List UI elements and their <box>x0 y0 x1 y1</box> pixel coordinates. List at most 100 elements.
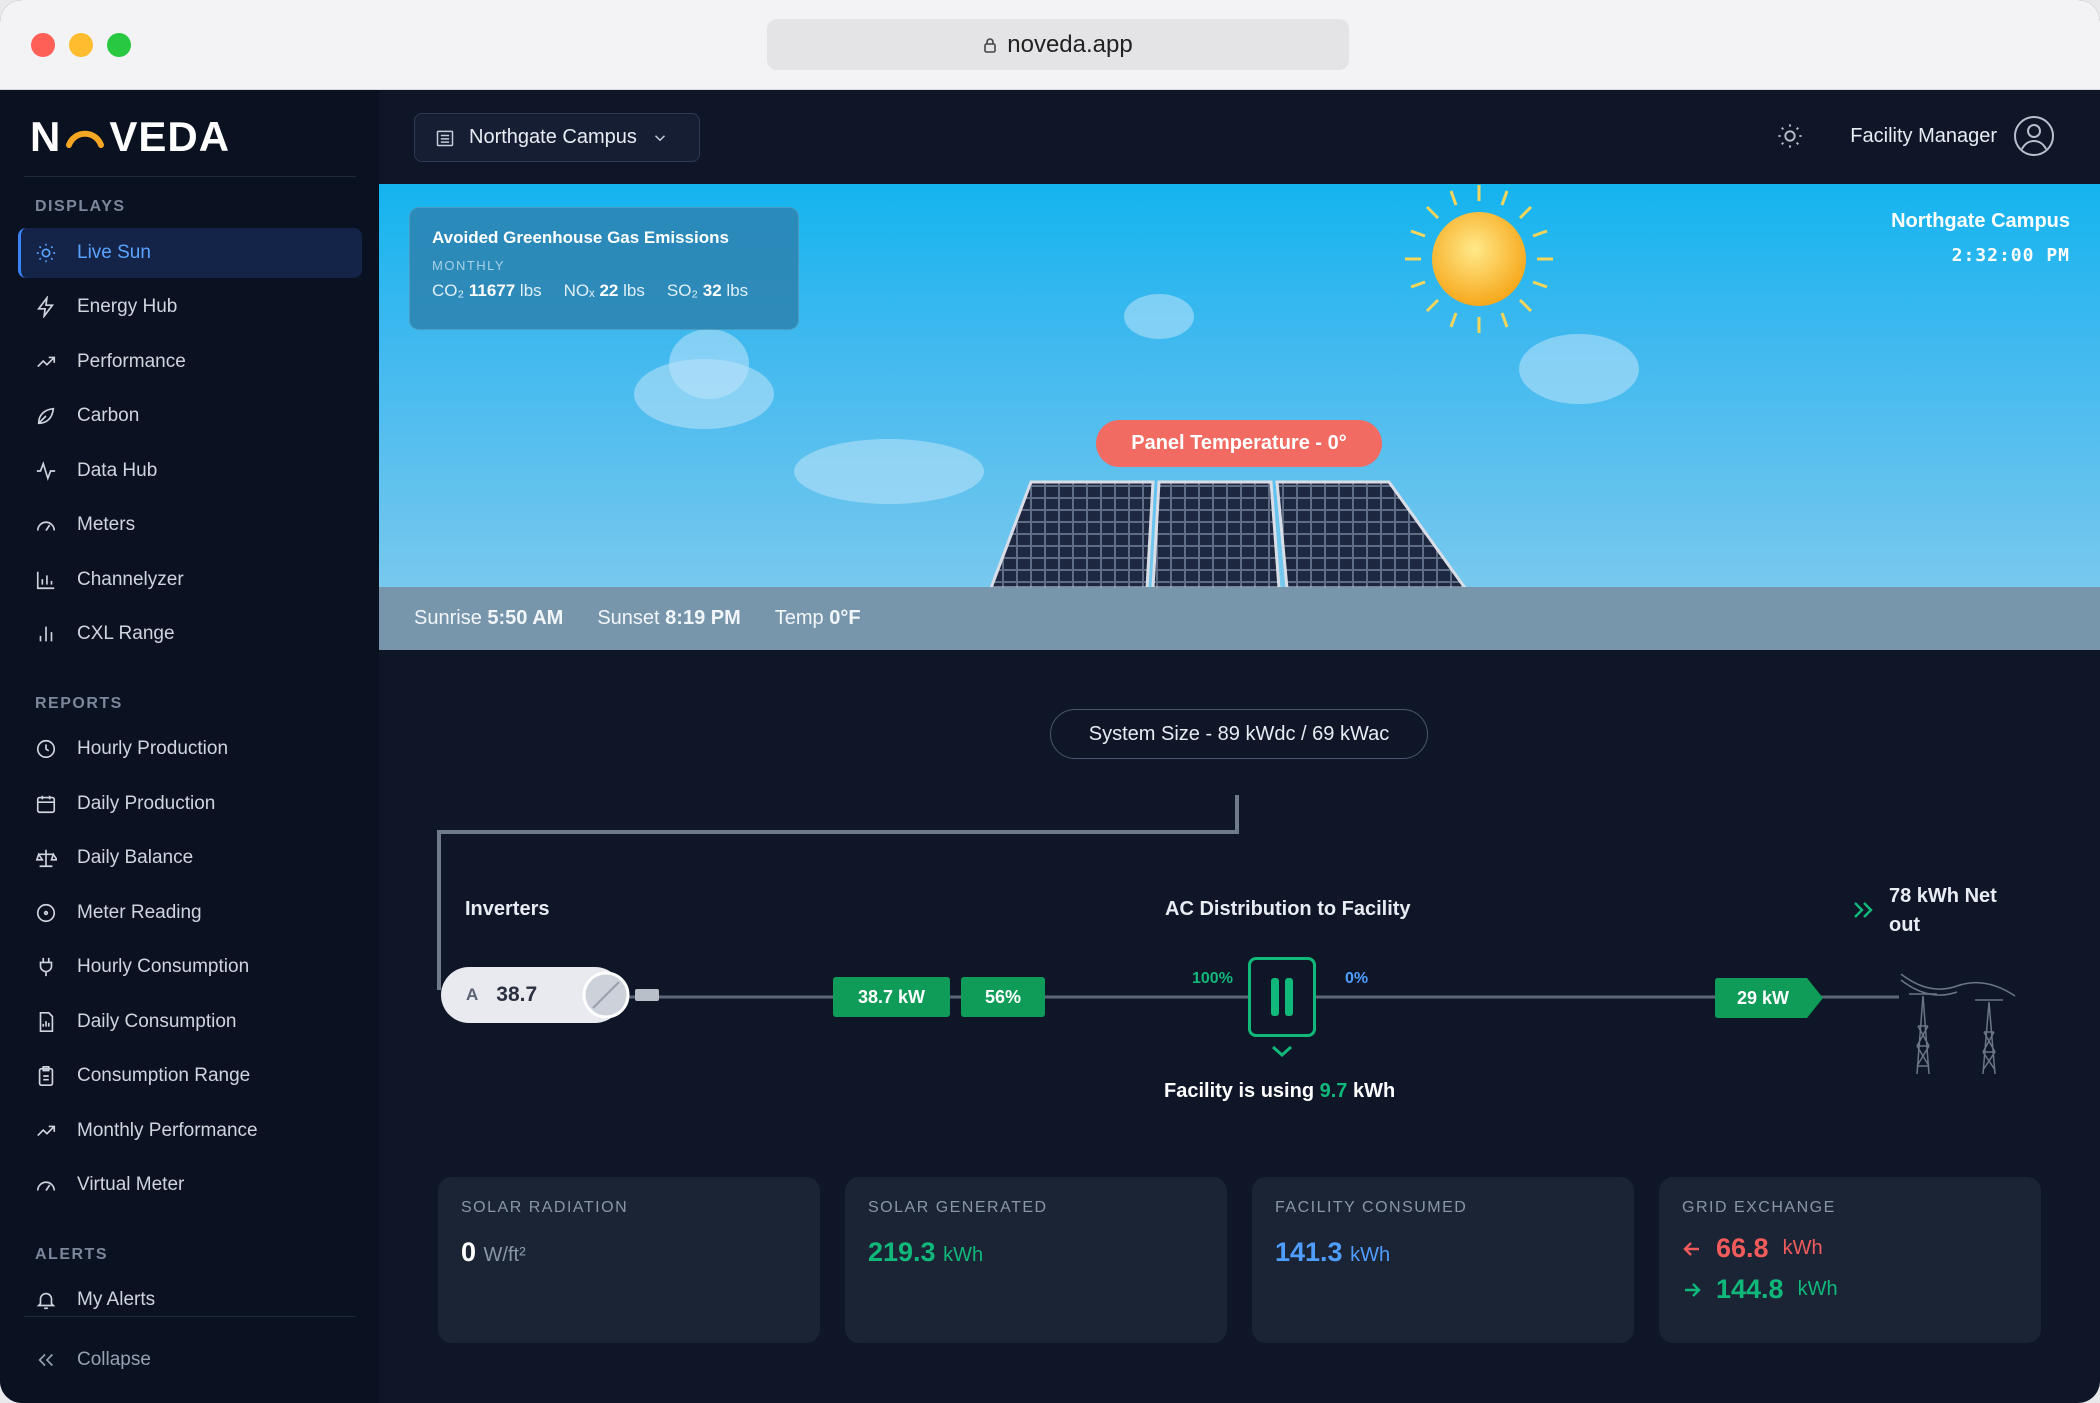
scene-campus-name: Northgate Campus <box>1891 210 2070 232</box>
scene-campus-clock: Northgate Campus 2:32:00 PM <box>1891 210 2070 266</box>
calendar-icon <box>36 795 56 814</box>
distribution-switch[interactable] <box>1248 957 1316 1037</box>
grid-export-unit: kWh <box>1797 1278 1838 1300</box>
bell-icon <box>36 1292 56 1310</box>
minimize-window-button[interactable] <box>69 33 93 57</box>
co2-value: CO₂ 11677 lbs <box>432 281 542 300</box>
bars-icon <box>39 626 53 642</box>
dial-icon <box>36 903 56 923</box>
grid-import-value: 66.8 <box>1716 1233 1769 1263</box>
live-sun-scene: Avoided Greenhouse Gas Emissions MONTHLY… <box>379 184 2100 587</box>
grid-kw-badge: 29 kW <box>1715 978 1823 1018</box>
grid-exchange-label: GRID EXCHANGE <box>1682 1199 1836 1216</box>
inverter-dial-icon <box>582 971 630 1019</box>
solar-generated-value: 219.3 <box>868 1237 936 1267</box>
inverters-label: Inverters <box>465 898 550 920</box>
sun-icon <box>36 243 56 263</box>
inverter-a[interactable]: A 38.7 <box>441 967 659 1023</box>
split-right-percent: 0% <box>1345 970 1369 987</box>
solar-generated-label: SOLAR GENERATED <box>868 1199 1048 1216</box>
clock-icon <box>36 739 56 759</box>
nav-virtual-meter[interactable]: Virtual Meter <box>18 1160 362 1210</box>
net-out-label: 78 kWh Net out <box>1889 885 1997 936</box>
nav-meters[interactable]: Meters <box>18 500 362 550</box>
nav-channelyzer[interactable]: Channelyzer <box>18 555 362 605</box>
campus-selector[interactable]: Northgate Campus <box>414 113 700 162</box>
nav-hourly-consumption[interactable]: Hourly Consumption <box>18 942 362 992</box>
so2-value: SO₂ 32 lbs <box>666 281 749 300</box>
double-chevron-right-icon <box>1854 902 1873 918</box>
facility-consumed-card: FACILITY CONSUMED 141.3 kWh <box>1252 1177 1634 1343</box>
maximize-window-button[interactable] <box>107 33 131 57</box>
chevron-down-icon <box>654 134 665 141</box>
user-area: Facility Manager <box>1776 115 2055 157</box>
nav-meter-reading[interactable]: Meter Reading <box>18 888 362 938</box>
nav-performance[interactable]: Performance <box>18 337 362 387</box>
browser-chrome: noveda.app <box>0 0 2100 90</box>
user-name[interactable]: Facility Manager <box>1850 125 1997 148</box>
nav-carbon[interactable]: Carbon <box>18 391 362 441</box>
arrow-left-icon <box>1683 1241 1699 1256</box>
trend-icon <box>37 356 56 368</box>
doc-chart-icon <box>39 1012 54 1032</box>
arrow-right-icon <box>1685 1282 1701 1297</box>
collapse-button[interactable]: Collapse <box>18 1335 362 1385</box>
nav-daily-production[interactable]: Daily Production <box>18 779 362 829</box>
theme-toggle-sun-icon[interactable] <box>1776 122 1804 150</box>
lock-icon <box>984 37 997 53</box>
nav-live-sun[interactable]: Live Sun <box>18 228 362 278</box>
facility-consumed-label: FACILITY CONSUMED <box>1275 1199 1468 1216</box>
solar-radiation-card: SOLAR RADIATION 0 W/ft² <box>438 1177 820 1343</box>
nav-cxl-range[interactable]: CXL Range <box>18 609 362 659</box>
grid-import-unit: kWh <box>1782 1237 1823 1259</box>
nav-daily-balance[interactable]: Daily Balance <box>18 833 362 883</box>
emissions-title: Avoided Greenhouse Gas Emissions <box>432 228 729 247</box>
sunset-info: Sunset 8:19 PM <box>597 607 741 629</box>
power-grid-tower-icon <box>1900 973 2016 1075</box>
chevron-down-icon <box>1272 1045 1292 1058</box>
inverter-value: 38.7 <box>496 983 538 1006</box>
nav-energy-hub[interactable]: Energy Hub <box>18 282 362 332</box>
scene-clock: 2:32:00 PM <box>1951 245 2070 266</box>
trend-icon <box>37 1125 56 1137</box>
sunrise-info: Sunrise 5:50 AM <box>414 607 564 629</box>
solar-radiation-value: 0 <box>461 1237 477 1267</box>
clipboard-icon <box>38 1066 54 1086</box>
facility-usage-text: Facility is using 9.7 kWh <box>1164 1080 1396 1102</box>
building-icon <box>436 130 454 146</box>
inverter-id: A <box>466 985 479 1004</box>
alerts-heading: ALERTS <box>35 1246 108 1263</box>
nav-consumption-range[interactable]: Consumption Range <box>18 1051 362 1101</box>
plug-icon <box>39 957 53 977</box>
panel-temperature-badge: Panel Temperature - 0° <box>1096 420 1382 467</box>
nav-data-hub[interactable]: Data Hub <box>18 446 362 496</box>
url-text: noveda.app <box>1007 30 1133 58</box>
top-bar: Northgate Campus Facility Manager <box>379 90 2100 184</box>
nox-value: NOₓ 22 lbs <box>563 281 645 300</box>
nav-my-alerts[interactable]: My Alerts <box>18 1275 362 1325</box>
energy-flow-diagram: System Size - 89 kWdc / 69 kWac Inverter… <box>379 650 2100 1170</box>
reports-heading: REPORTS <box>35 695 123 712</box>
address-bar[interactable]: noveda.app <box>767 19 1349 70</box>
noveda-logo[interactable]: N VEDA <box>30 112 230 162</box>
grid-exchange-card: GRID EXCHANGE 66.8 kWh 144.8 kWh <box>1659 1177 2041 1343</box>
ac-distribution-label: AC Distribution to Facility <box>1165 898 1411 920</box>
avatar-icon[interactable] <box>2013 115 2055 157</box>
split-left-percent: 100% <box>1192 970 1233 987</box>
nav-daily-consumption[interactable]: Daily Consumption <box>18 997 362 1047</box>
sun-info-bar: Sunrise 5:50 AM Sunset 8:19 PM Temp 0°F <box>379 587 2100 650</box>
double-chevron-left-icon <box>38 1353 54 1367</box>
emissions-period: MONTHLY <box>432 258 506 273</box>
close-window-button[interactable] <box>31 33 55 57</box>
solar-panels-graphic <box>989 480 1467 587</box>
output-percent-badge: 56% <box>961 977 1045 1017</box>
output-kw-badge: 38.7 kW <box>833 977 950 1017</box>
nav-hourly-production[interactable]: Hourly Production <box>18 724 362 774</box>
nav-monthly-performance[interactable]: Monthly Performance <box>18 1106 362 1156</box>
grid-export-value: 144.8 <box>1716 1274 1784 1304</box>
campus-selector-label: Northgate Campus <box>469 126 637 148</box>
displays-heading: DISPLAYS <box>35 198 126 215</box>
solar-generated-card: SOLAR GENERATED 219.3 kWh <box>845 1177 1227 1343</box>
sun-graphic <box>1405 185 1553 333</box>
gauge-icon <box>36 1181 56 1191</box>
